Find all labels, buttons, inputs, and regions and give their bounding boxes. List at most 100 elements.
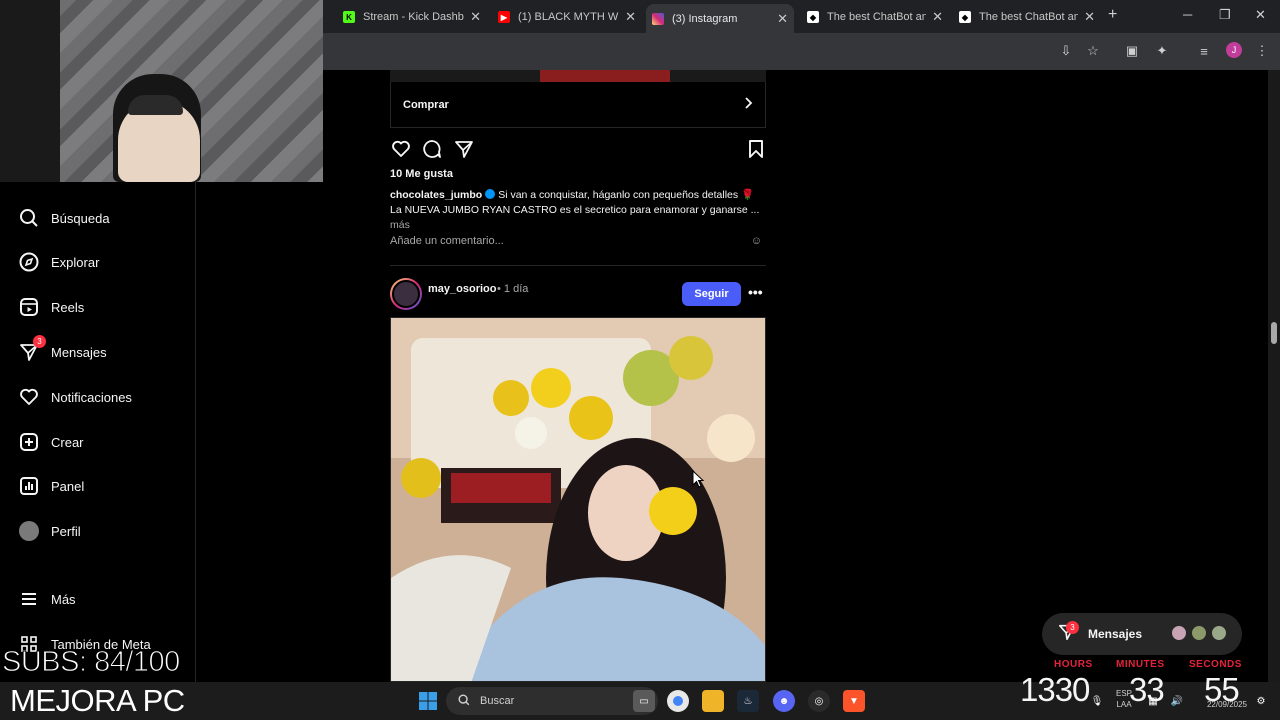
sidebar-item-label: Notificaciones xyxy=(51,389,132,405)
tab-title: The best ChatBot and xyxy=(979,11,1079,23)
messages-label: Mensajes xyxy=(1088,627,1143,641)
post-media xyxy=(390,70,766,82)
post-divider xyxy=(390,265,766,266)
search-icon xyxy=(18,207,40,229)
post-header: may_osorioo • 1 día Seguir ••• xyxy=(390,278,766,310)
bookmark-star-icon[interactable]: ☆ xyxy=(1084,42,1102,60)
task-view-icon[interactable]: ▭ xyxy=(633,690,655,712)
webcam-door xyxy=(0,0,60,182)
taskbar-search[interactable]: Buscar ✿ xyxy=(446,687,658,715)
shop-label: Comprar xyxy=(403,98,449,111)
sidebar-item-messages[interactable]: 3 Mensajes xyxy=(18,335,107,366)
minimize-icon[interactable]: ─ xyxy=(1183,7,1192,22)
browser-toolbar: ⇩ ☆ ▣ ✦ ≡ ⋮ xyxy=(323,33,1280,70)
sidebar-item-explore[interactable]: Explorar xyxy=(18,248,99,276)
instagram-feed[interactable]: Comprar 10 Me gusta chocolates_jumbo Si v… xyxy=(323,70,1268,682)
post-caption: chocolates_jumbo Si van a conquistar, hág… xyxy=(390,188,766,233)
like-heart-icon[interactable] xyxy=(390,138,412,160)
obs-icon[interactable]: ◎ xyxy=(808,690,830,712)
more-options-icon[interactable]: ••• xyxy=(748,284,763,300)
steam-icon[interactable]: ♨ xyxy=(737,690,759,712)
countdown-hours: 1330 xyxy=(1020,671,1090,708)
countdown-hours-label: HOURS xyxy=(1054,659,1093,670)
tab-title: (3) Instagram xyxy=(672,12,738,25)
sidebar-item-reels[interactable]: Reels xyxy=(18,293,84,321)
media-control-icon[interactable]: ≡ xyxy=(1195,42,1213,60)
volume-icon[interactable]: 🔊 xyxy=(1166,690,1188,712)
browser-menu-icon[interactable]: ⋮ xyxy=(1253,42,1271,60)
tab-chatbot-1[interactable]: ◆ The best ChatBot and ✕ xyxy=(801,4,949,30)
sidebar-item-dashboard[interactable]: Panel xyxy=(18,472,84,500)
instagram-icon xyxy=(652,12,664,25)
chatbot-icon: ◆ xyxy=(807,11,819,23)
webcam-overlay xyxy=(0,0,323,182)
messages-pill[interactable]: 3 Mensajes xyxy=(1042,613,1242,655)
avatar xyxy=(1210,624,1228,642)
chevron-right-icon xyxy=(743,97,753,112)
countdown-seconds: 55 xyxy=(1204,671,1240,708)
messenger-icon: 3 xyxy=(18,335,46,363)
comment-input[interactable]: Añade un comentario... ☺ xyxy=(390,235,766,251)
post-username[interactable]: may_osorioo xyxy=(428,283,496,295)
sidebar-item-create[interactable]: Crear xyxy=(18,428,84,456)
scrollbar-thumb[interactable] xyxy=(1271,322,1277,344)
sidebar-item-notifications[interactable]: Notificaciones xyxy=(18,383,132,411)
sidebar-item-label: Panel xyxy=(51,478,85,494)
post-image[interactable] xyxy=(390,317,766,682)
avatar xyxy=(1170,624,1188,642)
sidebar-item-profile[interactable]: Perfil xyxy=(18,517,81,545)
caption-more-link[interactable]: más xyxy=(390,219,410,231)
discord-icon[interactable]: ☻ xyxy=(773,690,795,712)
subs-counter: SUBS: 84/100 xyxy=(2,646,181,679)
page-scrollbar[interactable] xyxy=(1268,70,1280,682)
notifications-icon[interactable]: ⚙ xyxy=(1250,690,1272,712)
tab-youtube[interactable]: ▶ (1) BLACK MYTH WUK ✕ xyxy=(492,4,642,30)
save-bookmark-icon[interactable] xyxy=(745,138,767,160)
sidebar-item-label: Mensajes xyxy=(51,344,107,360)
close-icon[interactable]: ✕ xyxy=(470,9,481,25)
sidebar-item-label: Más xyxy=(51,591,76,607)
sidebar-item-search[interactable]: Búsqueda xyxy=(18,204,110,232)
new-tab-icon[interactable]: + xyxy=(1108,6,1117,24)
windows-start-icon[interactable] xyxy=(417,690,439,712)
countdown-seconds-label: SECONDS xyxy=(1189,659,1242,670)
brave-icon[interactable]: ▼ xyxy=(843,690,865,712)
window-close-icon[interactable]: ✕ xyxy=(1255,7,1266,23)
comment-placeholder: Añade un comentario... xyxy=(390,235,504,247)
share-icon[interactable] xyxy=(453,138,475,160)
tab-kick[interactable]: K Stream - Kick Dashboa ✕ xyxy=(337,4,487,30)
file-explorer-icon[interactable] xyxy=(702,690,724,712)
profile-avatar[interactable]: J xyxy=(1226,42,1242,58)
post-photo xyxy=(391,318,765,681)
install-app-icon[interactable]: ⇩ xyxy=(1057,42,1075,60)
countdown-minutes: 33 xyxy=(1129,671,1165,708)
sidebar-item-more[interactable]: Más xyxy=(18,585,76,613)
extensions-icon[interactable]: ✦ xyxy=(1153,42,1171,60)
shop-button[interactable]: Comprar xyxy=(390,82,766,128)
sidebar-item-label: Búsqueda xyxy=(51,210,110,226)
follow-button[interactable]: Seguir xyxy=(682,282,741,306)
avatar xyxy=(1190,624,1208,642)
emoji-icon[interactable]: ☺ xyxy=(751,235,762,247)
close-icon[interactable]: ✕ xyxy=(1084,9,1095,25)
tab-strip: K Stream - Kick Dashboa ✕ ▶ (1) BLACK MY… xyxy=(323,0,1280,33)
sidebar-item-label: Reels xyxy=(51,299,85,315)
close-icon[interactable]: ✕ xyxy=(932,9,943,25)
chrome-icon[interactable] xyxy=(667,690,689,712)
avatar[interactable] xyxy=(390,278,422,310)
browser-window: K Stream - Kick Dashboa ✕ ▶ (1) BLACK MY… xyxy=(323,0,1280,70)
caption-username[interactable]: chocolates_jumbo xyxy=(390,189,482,201)
tab-title: Stream - Kick Dashboa xyxy=(363,11,464,23)
reels-icon xyxy=(18,296,40,318)
like-count[interactable]: 10 Me gusta xyxy=(390,168,453,180)
close-icon[interactable]: ✕ xyxy=(625,9,636,25)
maximize-icon[interactable]: ❐ xyxy=(1219,7,1231,23)
close-icon[interactable]: ✕ xyxy=(777,11,788,27)
comment-icon[interactable] xyxy=(421,138,443,160)
tab-chatbot-2[interactable]: ◆ The best ChatBot and ✕ xyxy=(953,4,1101,30)
picture-in-picture-icon[interactable]: ▣ xyxy=(1123,42,1141,60)
notification-badge: 3 xyxy=(33,335,46,348)
tab-instagram[interactable]: (3) Instagram ✕ xyxy=(646,4,794,33)
notification-badge: 3 xyxy=(1066,621,1079,634)
instagram-sidebar: Búsqueda Explorar Reels 3 Mensajes Notif… xyxy=(0,182,196,720)
